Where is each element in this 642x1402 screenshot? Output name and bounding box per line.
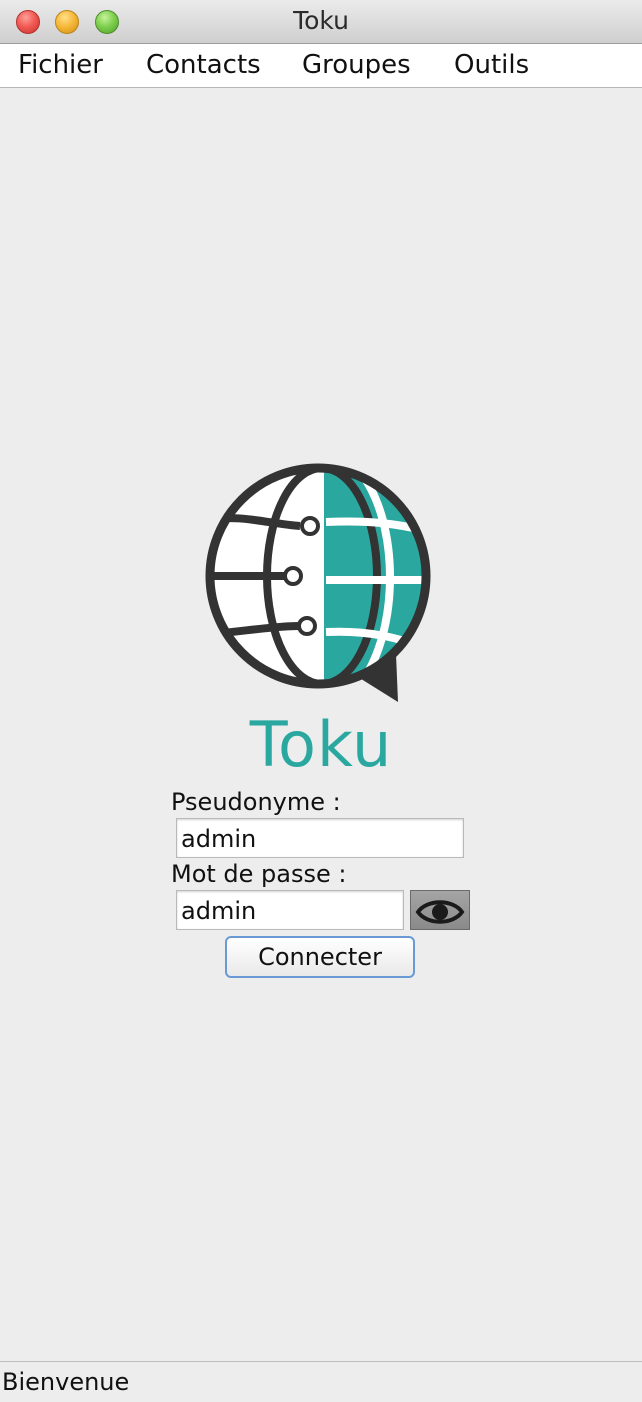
window-title: Toku bbox=[293, 6, 349, 35]
username-label: Pseudonyme : bbox=[171, 788, 341, 816]
status-bar: Bienvenue bbox=[0, 1361, 642, 1402]
status-text: Bienvenue bbox=[2, 1368, 130, 1396]
app-window: Toku Fichier Contacts Groupes Outils Tok… bbox=[0, 0, 642, 1402]
eye-icon bbox=[415, 900, 465, 924]
menu-bar: Fichier Contacts Groupes Outils bbox=[0, 44, 642, 88]
menu-contacts[interactable]: Contacts bbox=[146, 50, 261, 80]
menu-groupes[interactable]: Groupes bbox=[302, 50, 411, 80]
toku-logo-icon bbox=[200, 462, 440, 708]
menu-outils[interactable]: Outils bbox=[454, 50, 529, 80]
title-bar[interactable]: Toku bbox=[0, 0, 642, 44]
password-label: Mot de passe : bbox=[171, 860, 347, 888]
menu-fichier[interactable]: Fichier bbox=[18, 50, 103, 80]
password-field[interactable] bbox=[176, 890, 404, 930]
connect-button[interactable]: Connecter bbox=[225, 936, 415, 978]
username-field[interactable] bbox=[176, 818, 464, 858]
show-password-button[interactable] bbox=[410, 890, 470, 930]
app-brand-name: Toku bbox=[249, 708, 393, 781]
